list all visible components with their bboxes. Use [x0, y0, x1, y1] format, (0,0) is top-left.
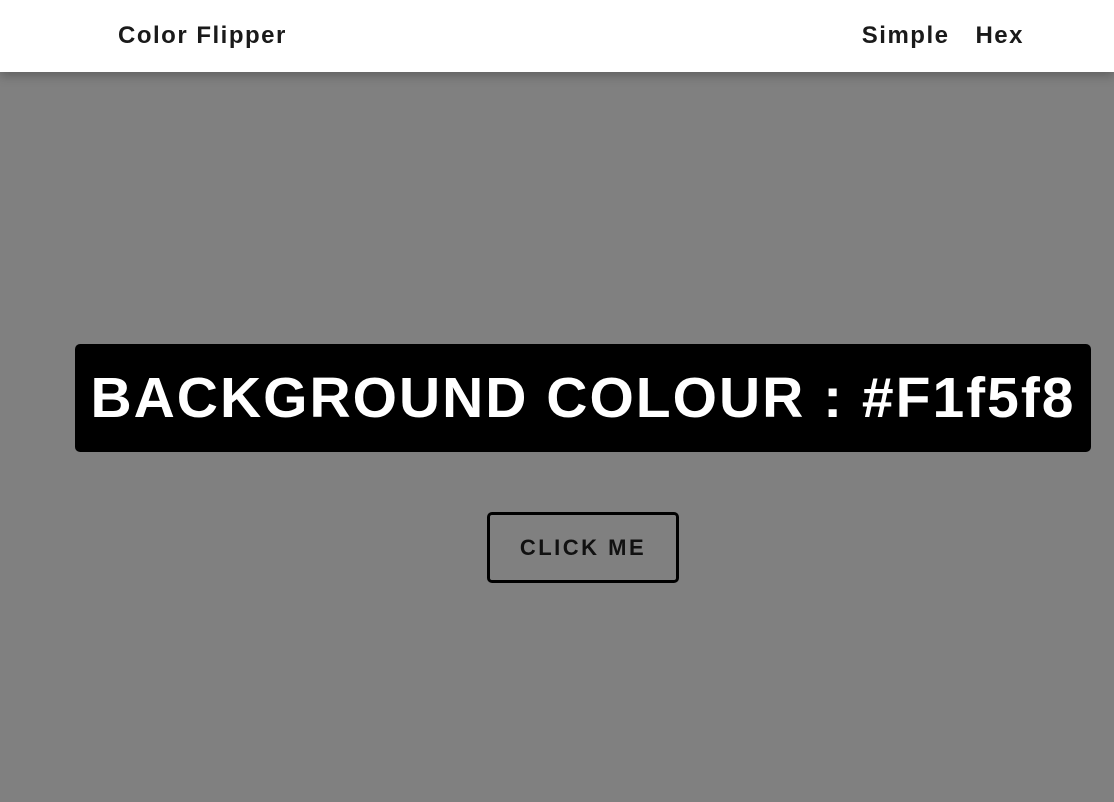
click-me-button[interactable]: CLICK ME — [487, 512, 679, 583]
brand-title: Color Flipper — [118, 22, 287, 49]
color-banner: BACKGROUND COLOUR : #F1f5f8 — [75, 344, 1091, 452]
nav-link-simple[interactable]: Simple — [862, 22, 950, 50]
background-colour-label: BACKGROUND COLOUR : #F1f5f8 — [90, 365, 1076, 430]
nav-links: Simple Hex — [862, 22, 1024, 50]
nav-link-hex[interactable]: Hex — [975, 22, 1024, 50]
navbar: Color Flipper Simple Hex — [0, 0, 1114, 72]
